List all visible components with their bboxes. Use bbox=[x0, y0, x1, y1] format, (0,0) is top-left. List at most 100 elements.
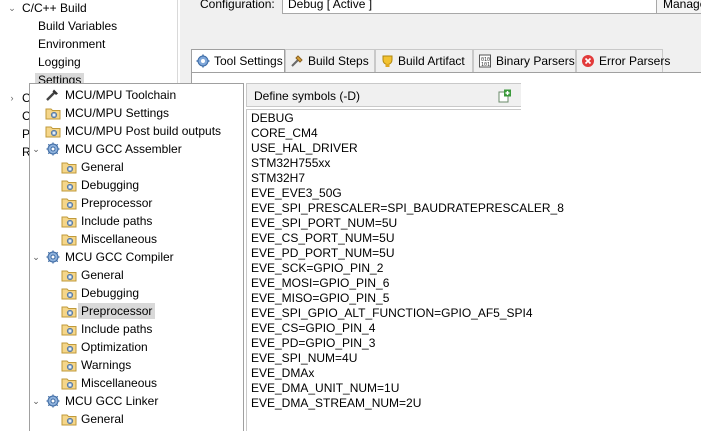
settings-folder-icon bbox=[61, 232, 77, 246]
tool-tree-item-label: Include paths bbox=[81, 322, 153, 336]
tool-settings-icon bbox=[196, 54, 211, 68]
define-symbol-item[interactable]: EVE_SPI_GPIO_ALT_FUNCTION=GPIO_AF5_SPI4 bbox=[251, 306, 533, 321]
tool-tree-item-label: Optimization bbox=[81, 340, 148, 354]
define-symbol-item[interactable]: STM32H7 bbox=[251, 171, 305, 186]
define-symbols-title: Define symbols (-D) bbox=[254, 89, 361, 103]
build-steps-icon bbox=[290, 54, 305, 68]
tool-tree-item-mcu-mpu-post-build-outputs[interactable]: MCU/MPU Post build outputs bbox=[45, 122, 221, 140]
settings-folder-icon bbox=[61, 358, 77, 372]
tool-tree-item-warnings[interactable]: Warnings bbox=[61, 356, 131, 374]
tab-binary-parsers[interactable]: 010 101 Binary Parsers bbox=[473, 49, 576, 72]
define-symbols-list[interactable]: DEBUG CORE_CM4 USE_HAL_DRIVER STM32H755xx ST… bbox=[246, 109, 564, 431]
settings-folder-icon bbox=[61, 322, 77, 336]
configuration-value: Debug [ Active ] bbox=[288, 0, 373, 11]
nav-item-c-c-build[interactable]: ⌄ C/C++ Build bbox=[8, 0, 87, 17]
tool-tree-item-label: Include paths bbox=[81, 214, 153, 228]
tool-tree-item-label: MCU GCC Compiler bbox=[65, 250, 174, 264]
define-symbol-item[interactable]: STM32H755xx bbox=[251, 156, 330, 171]
nav-item-logging[interactable]: Logging bbox=[38, 54, 81, 71]
settings-folder-icon bbox=[45, 124, 61, 138]
define-symbol-item[interactable]: EVE_DMA_STREAM_NUM=2U bbox=[251, 396, 421, 411]
tool-tree-item-optimization[interactable]: Optimization bbox=[61, 338, 148, 356]
tool-tree-item-general[interactable]: General bbox=[61, 158, 124, 176]
tool-tree-item-miscellaneous[interactable]: Miscellaneous bbox=[61, 230, 157, 248]
collapse-chevron-icon[interactable]: ⌄ bbox=[31, 248, 41, 266]
define-symbol-item[interactable]: EVE_CS=GPIO_PIN_4 bbox=[251, 321, 375, 336]
settings-folder-icon bbox=[61, 340, 77, 354]
toolchain-icon bbox=[45, 88, 61, 102]
tool-tree-item-preprocessor[interactable]: Preprocessor bbox=[61, 194, 152, 212]
tool-gear-icon bbox=[45, 394, 61, 408]
define-symbol-item[interactable]: EVE_MOSI=GPIO_PIN_6 bbox=[251, 276, 389, 291]
tool-tree-item-label: General bbox=[81, 412, 124, 426]
define-symbol-item[interactable]: EVE_SPI_PRESCALER=SPI_BAUDRATEPRESCALER_… bbox=[251, 201, 564, 216]
tool-tree-item-debugging[interactable]: Debugging bbox=[61, 284, 139, 302]
define-symbol-item[interactable]: EVE_PD_PORT_NUM=5U bbox=[251, 246, 395, 261]
define-symbol-item[interactable]: DEBUG bbox=[251, 111, 294, 126]
svg-text:101: 101 bbox=[481, 62, 490, 68]
define-symbol-item[interactable]: EVE_EVE3_50G bbox=[251, 186, 342, 201]
tool-tree-item-mcu-mpu-toolchain[interactable]: MCU/MPU Toolchain bbox=[45, 86, 176, 104]
nav-item-environment[interactable]: Environment bbox=[38, 36, 105, 53]
tool-tree-item-include-paths[interactable]: Include paths bbox=[61, 212, 152, 230]
settings-folder-icon bbox=[61, 304, 77, 318]
tool-tree-item-general[interactable]: General bbox=[61, 266, 124, 284]
tool-tree-item-mcu-gcc-compiler[interactable]: ⌄ MCU GCC Compiler bbox=[32, 248, 174, 266]
nav-item-label: C/C++ Build bbox=[22, 1, 87, 15]
tool-gear-icon bbox=[45, 250, 61, 264]
settings-folder-icon bbox=[61, 412, 77, 426]
settings-tabs: Tool Settings Build Steps Build Artifact 01… bbox=[191, 49, 701, 73]
tool-tree-item-include-paths[interactable]: Include paths bbox=[61, 320, 152, 338]
tab-label: Build Artifact bbox=[398, 54, 465, 68]
define-symbol-item[interactable]: EVE_DMA_UNIT_NUM=1U bbox=[251, 381, 399, 396]
collapse-chevron-icon[interactable]: ⌄ bbox=[6, 0, 18, 17]
tool-tree-item-mcu-gcc-linker[interactable]: ⌄ MCU GCC Linker bbox=[32, 392, 159, 410]
tool-tree-item-mcu-gcc-assembler[interactable]: ⌄ MCU GCC Assembler bbox=[32, 140, 181, 158]
expand-chevron-icon[interactable]: › bbox=[6, 90, 18, 107]
define-symbol-item[interactable]: EVE_SPI_NUM=4U bbox=[251, 351, 357, 366]
add-symbol-icon[interactable] bbox=[498, 89, 512, 103]
tool-settings-tree: MCU/MPU Toolchain MCU/MPU Settings MCU/MPU… bbox=[29, 83, 244, 431]
tab-label: Binary Parsers bbox=[496, 54, 575, 68]
tool-tree-item-label: General bbox=[81, 160, 124, 174]
tab-error-parsers[interactable]: Error Parsers bbox=[576, 49, 670, 72]
nav-item-label: Environment bbox=[38, 37, 106, 51]
define-symbol-item[interactable]: EVE_PD=GPIO_PIN_3 bbox=[251, 336, 375, 351]
configuration-select[interactable]: Debug [ Active ] ⌄ bbox=[282, 0, 701, 14]
define-symbol-item[interactable]: EVE_CS_PORT_NUM=5U bbox=[251, 231, 395, 246]
define-symbol-item[interactable]: EVE_MISO=GPIO_PIN_5 bbox=[251, 291, 389, 306]
tool-tree-item-miscellaneous[interactable]: Miscellaneous bbox=[61, 374, 157, 392]
tool-tree-item-debugging[interactable]: Debugging bbox=[61, 176, 139, 194]
tool-tree-item-label: General bbox=[81, 268, 124, 282]
settings-folder-icon bbox=[61, 376, 77, 390]
tool-tree-item-preprocessor[interactable]: Preprocessor bbox=[61, 302, 156, 320]
tab-build-artifact[interactable]: Build Artifact bbox=[375, 49, 473, 72]
tool-tree-item-label: Miscellaneous bbox=[81, 376, 158, 390]
nav-item-build-variables[interactable]: Build Variables bbox=[38, 18, 117, 35]
settings-folder-icon bbox=[45, 106, 61, 120]
tab-build-steps[interactable]: Build Steps bbox=[285, 49, 375, 72]
tab-tool-settings[interactable]: Tool Settings bbox=[191, 49, 285, 73]
tool-tree-item-mcu-mpu-settings[interactable]: MCU/MPU Settings bbox=[45, 104, 169, 122]
error-parsers-icon bbox=[581, 54, 596, 68]
collapse-chevron-icon[interactable]: ⌄ bbox=[31, 392, 41, 410]
settings-folder-icon bbox=[61, 196, 77, 210]
define-symbols-section: Define symbols (-D) DEBUG CORE_CM4 USE_HAL… bbox=[246, 83, 564, 431]
binary-parsers-icon: 010 101 bbox=[478, 54, 493, 68]
define-symbol-item[interactable]: EVE_DMAx bbox=[251, 366, 314, 381]
tool-tree-item-label: Debugging bbox=[81, 286, 140, 300]
manage-configurations-button[interactable]: Manage bbox=[656, 0, 701, 14]
define-symbol-item[interactable]: USE_HAL_DRIVER bbox=[251, 141, 358, 156]
configuration-label: Configuration: bbox=[200, 0, 275, 11]
define-symbol-item[interactable]: EVE_SPI_PORT_NUM=5U bbox=[251, 216, 397, 231]
tab-label: Tool Settings bbox=[214, 54, 283, 68]
tool-tree-item-label: MCU GCC Linker bbox=[65, 394, 159, 408]
tool-tree-item-general[interactable]: General bbox=[61, 410, 124, 428]
tool-tree-item-label: Warnings bbox=[81, 358, 132, 372]
collapse-chevron-icon[interactable]: ⌄ bbox=[31, 140, 41, 158]
define-symbol-item[interactable]: CORE_CM4 bbox=[251, 126, 318, 141]
tool-tree-item-label: Preprocessor bbox=[78, 303, 156, 319]
define-symbols-header: Define symbols (-D) bbox=[246, 83, 521, 107]
settings-folder-icon bbox=[61, 178, 77, 192]
define-symbol-item[interactable]: EVE_SCK=GPIO_PIN_2 bbox=[251, 261, 383, 276]
